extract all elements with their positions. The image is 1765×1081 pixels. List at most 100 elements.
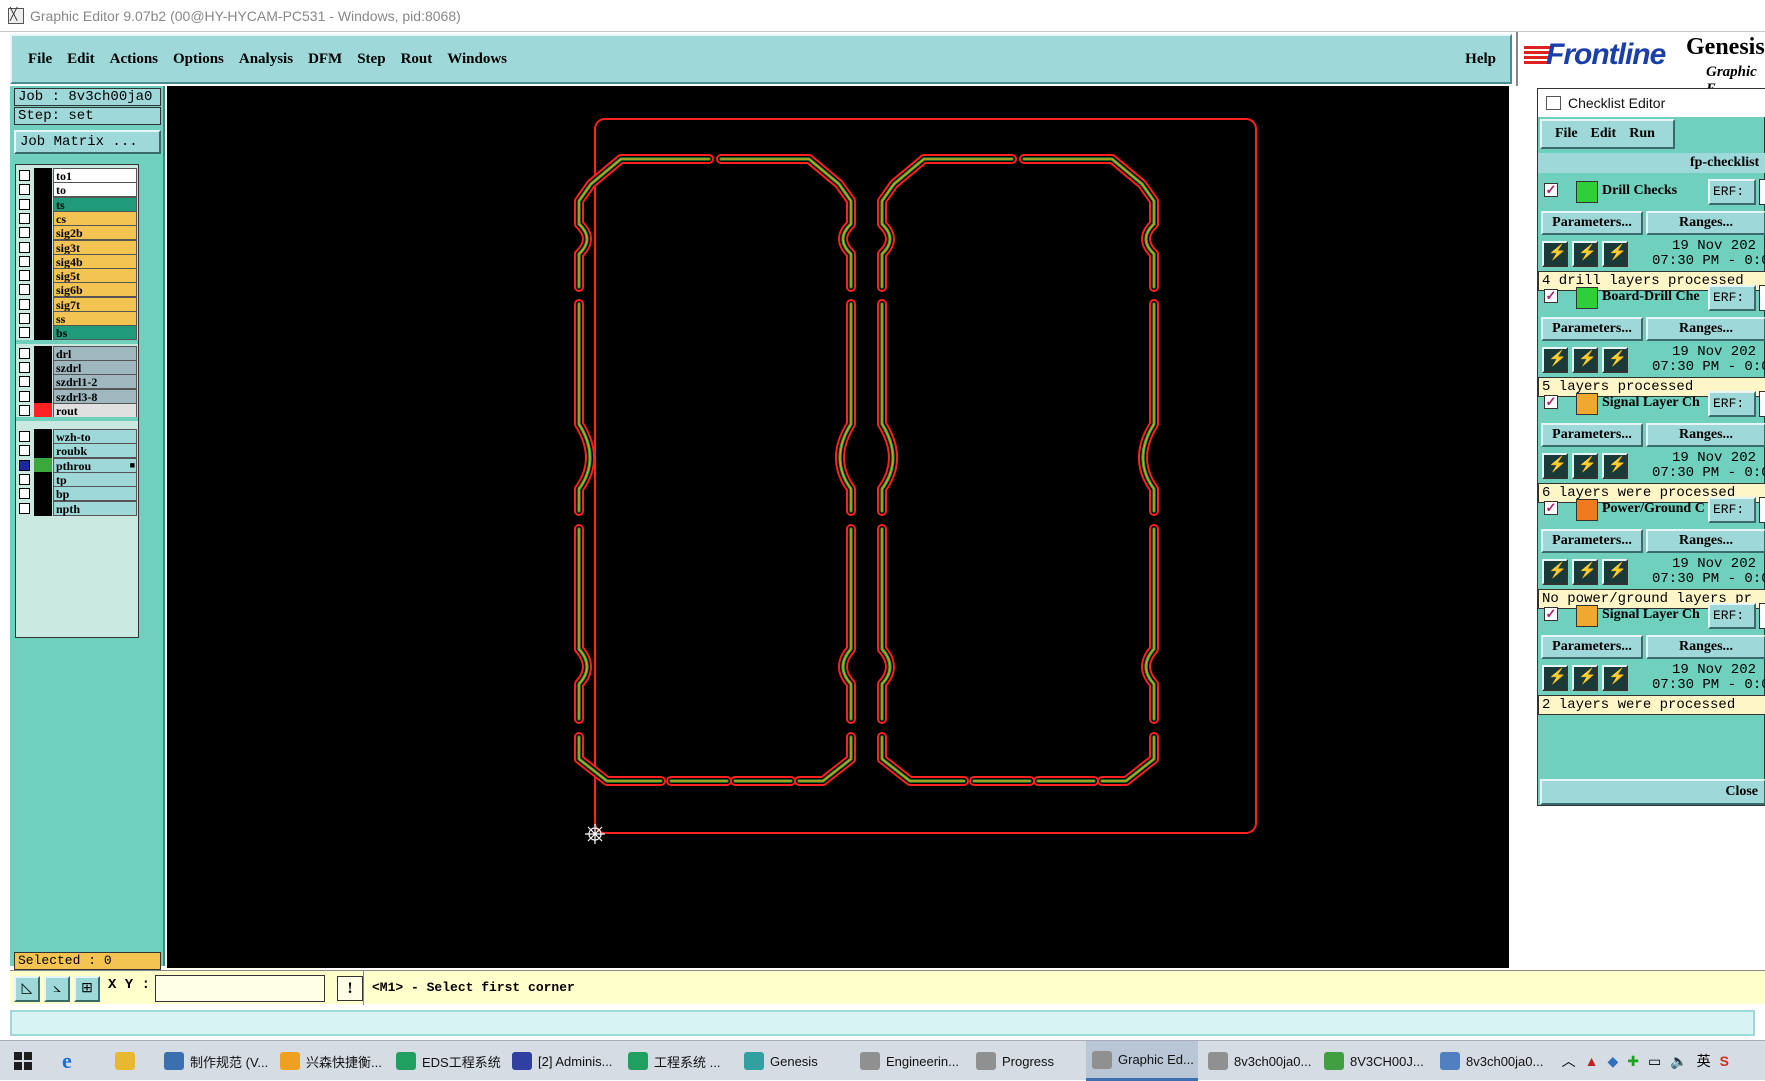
layer-checkbox[interactable]	[19, 184, 30, 196]
run-action-icon[interactable]	[1572, 347, 1598, 373]
taskbar-item[interactable]: 兴森快捷衡...	[274, 1041, 386, 1081]
layer-color-swatch[interactable]	[34, 239, 52, 255]
tray-volume-icon[interactable]: 🔈	[1670, 1053, 1687, 1070]
layer-color-swatch[interactable]	[34, 253, 52, 269]
layer-row-bp[interactable]: bp	[19, 486, 137, 502]
taskbar-item[interactable]: 制作规范 (V...	[158, 1041, 270, 1081]
grid-icon[interactable]: ⊞	[74, 976, 100, 1002]
run-action-icon[interactable]	[1542, 347, 1568, 373]
layer-checkbox[interactable]	[19, 502, 30, 514]
action-checkbox[interactable]: ✓	[1544, 183, 1558, 197]
layer-name[interactable]: sig7t	[53, 296, 137, 312]
run-action-icon[interactable]	[1572, 665, 1598, 691]
run-action-icon[interactable]	[1602, 559, 1628, 585]
erf-field[interactable]	[1759, 391, 1765, 417]
layer-checkbox[interactable]	[19, 327, 30, 339]
tray-chevron-icon[interactable]: ︿	[1562, 1051, 1576, 1071]
layer-row-drl[interactable]: drl	[19, 345, 137, 361]
taskbar-item[interactable]: 工程系统 ...	[622, 1041, 734, 1081]
ranges-button[interactable]: Ranges...	[1646, 423, 1765, 447]
tray-ime-icon[interactable]: S	[1720, 1053, 1729, 1069]
run-action-icon[interactable]	[1542, 241, 1568, 267]
layer-name[interactable]: bs	[53, 325, 137, 341]
run-action-icon[interactable]	[1542, 559, 1568, 585]
layer-name[interactable]: tp	[53, 472, 137, 487]
menu-rout[interactable]: Rout	[401, 51, 433, 68]
layer-color-swatch[interactable]	[34, 225, 52, 241]
layer-checkbox[interactable]	[19, 390, 30, 402]
erf-button[interactable]: ERF:	[1708, 391, 1756, 417]
layer-row-sig4b[interactable]: sig4b	[19, 253, 137, 269]
tray-app-icon[interactable]: ▲	[1585, 1053, 1599, 1069]
ie-taskbar-icon[interactable]: e	[62, 1041, 92, 1081]
menu-windows[interactable]: Windows	[447, 51, 507, 68]
layer-name[interactable]: to	[53, 182, 137, 198]
taskbar-item[interactable]: 8v3ch00ja0...	[1202, 1041, 1314, 1081]
layer-color-swatch[interactable]	[34, 210, 52, 226]
menu-options[interactable]: Options	[173, 51, 224, 68]
tray-language[interactable]: 英	[1697, 1051, 1711, 1071]
xy-input[interactable]	[155, 975, 325, 1002]
menu-dfm[interactable]: DFM	[308, 51, 342, 68]
layer-color-swatch[interactable]	[34, 429, 52, 445]
layer-checkbox[interactable]	[19, 212, 30, 224]
layer-row-roubk[interactable]: roubk	[19, 443, 137, 459]
layer-checkbox[interactable]	[19, 445, 30, 457]
run-action-icon[interactable]	[1572, 453, 1598, 479]
run-action-icon[interactable]	[1542, 665, 1568, 691]
erf-button[interactable]: ERF:	[1708, 497, 1756, 523]
layer-color-swatch[interactable]	[34, 325, 52, 341]
run-action-icon[interactable]	[1602, 665, 1628, 691]
ranges-button[interactable]: Ranges...	[1646, 635, 1765, 659]
layer-row-pthrou[interactable]: pthrou ■	[19, 457, 137, 473]
layer-row-szdrl[interactable]: szdrl	[19, 359, 137, 375]
layer-checkbox[interactable]	[19, 198, 30, 210]
exclaim-button[interactable]: !	[337, 976, 363, 1001]
action-checkbox[interactable]: ✓	[1544, 289, 1558, 303]
layer-name[interactable]: roubk	[53, 443, 137, 459]
layer-name[interactable]: szdrl3-8	[53, 388, 137, 404]
layer-row-bs[interactable]: bs	[19, 325, 137, 341]
folder-taskbar-icon[interactable]	[115, 1041, 141, 1081]
menu-help[interactable]: Help	[1465, 51, 1496, 68]
layer-color-swatch[interactable]	[34, 472, 52, 487]
close-button[interactable]: Close	[1540, 779, 1765, 805]
parameters-button[interactable]: Parameters...	[1541, 529, 1643, 553]
layer-color-swatch[interactable]	[34, 457, 52, 473]
erf-button[interactable]: ERF:	[1708, 179, 1756, 205]
parameters-button[interactable]: Parameters...	[1541, 317, 1643, 341]
layer-color-swatch[interactable]	[34, 443, 52, 459]
layer-name[interactable]: wzh-to	[53, 429, 137, 445]
run-action-icon[interactable]	[1602, 241, 1628, 267]
layer-checkbox[interactable]	[19, 361, 30, 373]
layer-name[interactable]: pthrou	[53, 457, 137, 473]
action-checkbox[interactable]: ✓	[1544, 607, 1558, 621]
layer-color-swatch[interactable]	[34, 296, 52, 312]
taskbar-item[interactable]: 8v3ch00ja0...	[1434, 1041, 1546, 1081]
taskbar-item[interactable]: 8V3CH00J...	[1318, 1041, 1430, 1081]
run-action-icon[interactable]	[1602, 453, 1628, 479]
action-checkbox[interactable]: ✓	[1544, 395, 1558, 409]
layer-row-to1[interactable]: to1	[19, 168, 137, 183]
taskbar-item[interactable]: Graphic Ed...	[1086, 1041, 1198, 1081]
layer-row-cs[interactable]: cs	[19, 210, 137, 226]
layer-row-npth[interactable]: npth	[19, 500, 137, 516]
menu-file[interactable]: File	[28, 51, 52, 68]
ranges-button[interactable]: Ranges...	[1646, 529, 1765, 553]
layer-name[interactable]: sig4b	[53, 253, 137, 269]
ranges-button[interactable]: Ranges...	[1646, 211, 1765, 235]
layer-checkbox[interactable]	[19, 404, 30, 416]
layer-checkbox[interactable]	[19, 270, 30, 282]
checklist-menu-run[interactable]: Run	[1629, 126, 1655, 142]
menu-edit[interactable]: Edit	[67, 51, 95, 68]
layer-checkbox[interactable]	[19, 431, 30, 443]
run-action-icon[interactable]	[1572, 241, 1598, 267]
ranges-button[interactable]: Ranges...	[1646, 317, 1765, 341]
layer-color-swatch[interactable]	[34, 268, 52, 284]
layer-checkbox[interactable]	[19, 227, 30, 239]
layer-checkbox[interactable]	[19, 313, 30, 324]
taskbar-item[interactable]: [2] Adminis...	[506, 1041, 618, 1081]
taskbar-item[interactable]: Progress	[970, 1041, 1082, 1081]
layer-checkbox[interactable]	[19, 376, 30, 388]
layer-name[interactable]: sig2b	[53, 225, 137, 241]
